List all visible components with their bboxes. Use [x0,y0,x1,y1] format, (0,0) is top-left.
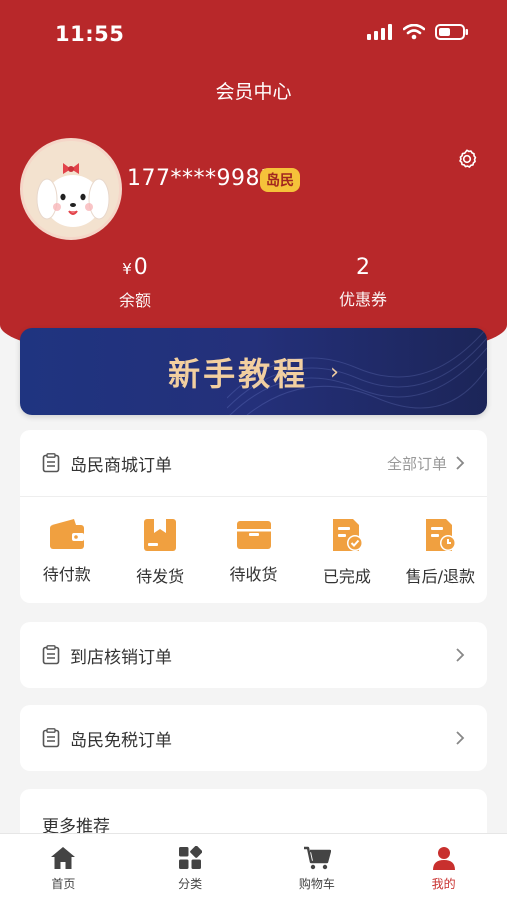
box-icon [144,519,177,551]
order-status-label: 待发货 [136,567,185,586]
store-orders-title: 到店核销订单 [70,647,172,668]
tab-label: 分类 [178,877,203,891]
clipboard-icon [42,645,60,665]
order-status-label: 已完成 [322,567,371,586]
coupon-label: 优惠券 [338,290,387,309]
refund-doc-icon [426,519,457,551]
settings-button[interactable] [456,148,478,170]
user-icon [432,847,455,870]
coupon-stat[interactable]: 2 优惠券 [283,254,443,310]
bottom-tab-bar: 首页 分类 购物车 我的 [0,833,507,901]
dutyfree-orders-card[interactable]: 岛民免税订单 [20,705,487,771]
status-icons [367,24,469,40]
mall-orders-header[interactable]: 岛民商城订单 全部订单 [20,430,487,496]
puppy-avatar-icon [23,141,119,237]
wallet-icon [49,519,84,549]
tutorial-banner[interactable]: 新手教程 › [20,328,487,415]
order-status-label: 售后/退款 [405,567,476,586]
dutyfree-orders-chevron [447,730,465,746]
order-status-list: 待付款 待发货 待收货 已完成 售后/退款 [20,497,487,603]
order-pending-payment[interactable]: 待付款 [20,497,113,603]
order-pending-receipt[interactable]: 待收货 [207,497,300,603]
order-completed[interactable]: 已完成 [300,497,393,603]
clipboard-icon [42,728,60,748]
dutyfree-orders-title: 岛民免税订单 [70,730,172,751]
cart-icon [303,846,331,870]
tab-cart[interactable]: 购物车 [254,834,381,901]
all-orders-link[interactable]: 全部订单 [387,453,465,474]
avatar[interactable] [20,138,122,240]
home-icon [51,847,76,869]
balance-stat[interactable]: ¥0 余额 [55,254,215,311]
all-orders-label: 全部订单 [386,454,447,473]
store-orders-chevron [447,647,465,663]
mall-orders-card: 岛民商城订单 全部订单 待付款 待发货 待收货 已完成 售后/退款 [20,430,487,603]
completed-doc-icon [332,519,363,551]
dutyfree-orders-row[interactable]: 岛民免税订单 [20,705,487,771]
tab-label: 首页 [51,877,76,891]
order-pending-shipment[interactable]: 待发货 [113,497,206,603]
order-after-sales[interactable]: 售后/退款 [394,497,487,603]
balance-value: ¥0 [122,255,148,280]
member-badge: 岛民 [260,168,300,192]
signal-icon [367,24,392,40]
wifi-icon [403,24,425,40]
wave-pattern [227,328,487,415]
user-phone: 177****9981 [127,166,275,191]
page-title: 会员中心 [215,81,292,103]
tab-category[interactable]: 分类 [127,834,254,901]
tab-home[interactable]: 首页 [0,834,127,901]
clipboard-icon [42,453,60,473]
battery-icon [435,24,468,40]
store-orders-row[interactable]: 到店核销订单 [20,622,487,688]
balance-label: 余额 [118,291,151,310]
order-status-label: 待收货 [229,565,278,584]
package-icon [236,521,271,549]
category-icon [179,846,203,869]
status-time: 11:55 [55,22,125,46]
chevron-right-icon [456,648,465,662]
chevron-right-icon [456,731,465,745]
store-orders-card[interactable]: 到店核销订单 [20,622,487,688]
mall-orders-title: 岛民商城订单 [70,455,172,476]
order-status-label: 待付款 [42,565,91,584]
chevron-right-icon [456,456,465,470]
gear-icon [459,149,477,168]
coupon-value: 2 [356,255,370,280]
tab-label: 购物车 [298,877,335,891]
tab-mine[interactable]: 我的 [380,834,507,901]
status-bar: 11:55 [0,0,507,66]
tab-label: 我的 [431,877,456,891]
